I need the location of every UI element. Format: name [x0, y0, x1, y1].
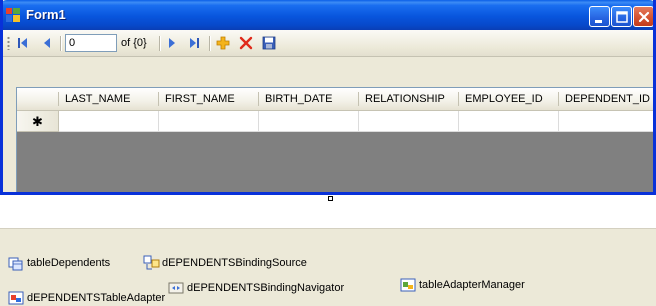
move-first-icon [18, 38, 27, 48]
move-next-button[interactable] [163, 34, 181, 52]
grid-cell[interactable] [359, 111, 459, 132]
move-last-button[interactable] [186, 34, 204, 52]
move-previous-button[interactable] [39, 34, 57, 52]
window-title: Form1 [26, 7, 66, 22]
component-tray: tableDependents dEPENDENTSBindingSource … [0, 228, 656, 306]
form-resize-handle[interactable] [328, 196, 333, 201]
move-last-icon [190, 38, 199, 48]
component-label: dEPENDENTSBindingSource [162, 257, 307, 269]
toolstrip-separator [60, 36, 62, 51]
toolstrip-grip[interactable] [7, 36, 10, 50]
toolstrip-separator [159, 36, 161, 51]
column-header-last-name[interactable]: LAST_NAME [59, 88, 159, 110]
position-input[interactable] [65, 34, 117, 52]
add-new-icon [216, 36, 230, 50]
grid-cell[interactable] [159, 111, 259, 132]
dependents-data-grid[interactable]: LAST_NAME FIRST_NAME BIRTH_DATE RELATION… [16, 87, 653, 192]
save-icon [262, 36, 276, 50]
grid-cell[interactable] [259, 111, 359, 132]
new-row-marker[interactable]: ✱ [17, 111, 59, 132]
table-adapter-icon [8, 291, 24, 305]
new-row[interactable]: ✱ [17, 111, 653, 132]
minimize-button[interactable] [589, 6, 610, 27]
maximize-button[interactable] [611, 6, 632, 27]
title-bar[interactable]: Form1 [3, 0, 653, 30]
table-adapter-manager-icon [400, 278, 416, 292]
form-icon [6, 8, 20, 22]
grid-cell[interactable] [59, 111, 159, 132]
add-new-button[interactable] [214, 34, 232, 52]
move-next-icon [169, 38, 175, 48]
minimize-icon [595, 20, 602, 23]
dataset-icon [8, 257, 23, 271]
component-label: dEPENDENTSTableAdapter [27, 292, 166, 304]
grid-cell[interactable] [459, 111, 559, 132]
binding-navigator-toolstrip: of {0} [3, 30, 653, 57]
delete-button[interactable] [237, 34, 255, 52]
move-first-button[interactable] [14, 34, 32, 52]
save-button[interactable] [260, 34, 278, 52]
binding-source-icon [143, 255, 160, 270]
binding-navigator-icon [168, 282, 184, 294]
close-icon [638, 11, 650, 23]
component-label: dEPENDENTSBindingNavigator [187, 282, 345, 294]
column-header-relationship[interactable]: RELATIONSHIP [359, 88, 459, 110]
delete-icon [239, 36, 253, 50]
component-label: tableDependents [27, 257, 111, 269]
component-label: tableAdapterManager [419, 279, 525, 291]
column-header-first-name[interactable]: FIRST_NAME [159, 88, 259, 110]
maximize-icon [616, 11, 628, 23]
designer-root: Form1 0 of {0} LAST_NAME FIRST_NAME BIRT… [0, 0, 656, 306]
toolstrip-separator [209, 36, 211, 51]
grid-header-row: LAST_NAME FIRST_NAME BIRTH_DATE RELATION… [17, 88, 653, 111]
column-header-birth-date[interactable]: BIRTH_DATE [259, 88, 359, 110]
grid-corner-header[interactable] [17, 88, 59, 110]
form-window[interactable]: Form1 0 of {0} LAST_NAME FIRST_NAME BIRT… [0, 0, 656, 195]
column-header-employee-id[interactable]: EMPLOYEE_ID [459, 88, 559, 110]
move-previous-icon [44, 38, 50, 48]
close-button[interactable] [633, 6, 653, 27]
count-label: of {0} [121, 37, 147, 49]
grid-cell[interactable] [559, 111, 653, 132]
column-header-dependent-id[interactable]: DEPENDENT_ID [559, 88, 653, 110]
